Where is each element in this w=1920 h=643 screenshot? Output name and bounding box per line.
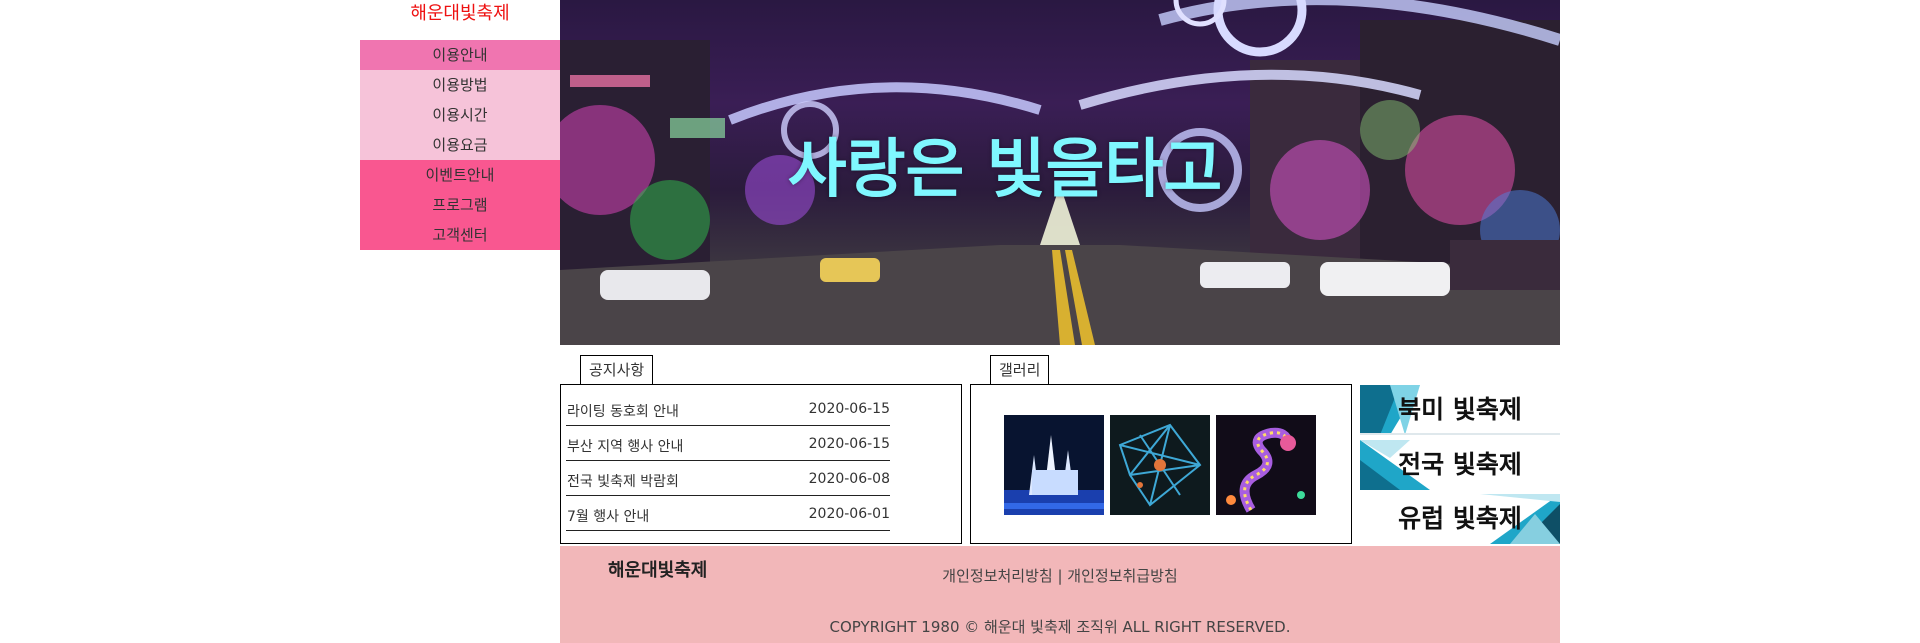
notice-title[interactable]: 부산 지역 행사 안내 — [567, 436, 683, 456]
banner-korea[interactable]: 전국 빛축제 — [1360, 440, 1560, 490]
notice-row[interactable]: 7월 행사 안내 2020-06-01 — [566, 496, 890, 531]
banner-europe[interactable]: 유럽 빛축제 — [1360, 494, 1560, 544]
banner-label: 북미 빛축제 — [1398, 395, 1522, 424]
notice-row[interactable]: 라이팅 동호회 안내 2020-06-15 — [566, 391, 890, 426]
privacy-policy-link[interactable]: 개인정보처리방침 — [942, 567, 1052, 585]
notice-date: 2020-06-08 — [808, 471, 890, 487]
hero-banner: 사랑은 빛을타고 — [560, 0, 1560, 345]
tab-gallery[interactable]: 갤러리 — [990, 355, 1050, 384]
tab-notice[interactable]: 공지사항 — [580, 355, 654, 384]
banner-label: 전국 빛축제 — [1398, 450, 1522, 479]
notice-title[interactable]: 7월 행사 안내 — [567, 506, 649, 526]
footer-links: 개인정보처리방침 | 개인정보취급방침 — [560, 565, 1560, 586]
notice-date: 2020-06-01 — [808, 506, 890, 522]
notice-date: 2020-06-15 — [808, 436, 890, 452]
nav-item-guide[interactable]: 이용안내 — [360, 40, 560, 70]
notice-date: 2020-06-15 — [808, 401, 890, 417]
banner-north-america[interactable]: 북미 빛축제 — [1360, 385, 1560, 435]
nav-item-program[interactable]: 프로그램 — [360, 190, 560, 220]
footer-link-separator: | — [1052, 567, 1068, 585]
side-nav: 이용안내 이용방법 이용시간 이용요금 이벤트안내 프로그램 고객센터 — [360, 40, 560, 250]
site-logo[interactable]: 해운대빛축제 — [360, 0, 560, 40]
notice-row[interactable]: 부산 지역 행사 안내 2020-06-15 — [566, 426, 890, 461]
notice-title[interactable]: 라이팅 동호회 안내 — [567, 401, 679, 421]
gallery-image-castle[interactable] — [1004, 415, 1104, 515]
hero-title: 사랑은 빛을타고 — [787, 133, 1223, 207]
gallery-box — [970, 384, 1352, 544]
gallery-image-light-web[interactable] — [1110, 415, 1210, 515]
site-footer: 해운대빛축제 개인정보처리방침 | 개인정보취급방침 COPYRIGHT 198… — [560, 546, 1560, 643]
nav-item-customer-center[interactable]: 고객센터 — [360, 220, 560, 250]
privacy-handling-link[interactable]: 개인정보취급방침 — [1067, 567, 1177, 585]
gallery-image-dragon[interactable] — [1216, 415, 1316, 515]
notice-board: 라이팅 동호회 안내 2020-06-15 부산 지역 행사 안내 2020-0… — [560, 384, 962, 544]
notice-row[interactable]: 전국 빛축제 박람회 2020-06-08 — [566, 461, 890, 496]
nav-item-fees[interactable]: 이용요금 — [360, 130, 560, 160]
nav-item-hours[interactable]: 이용시간 — [360, 100, 560, 130]
copyright-text: COPYRIGHT 1980 © 해운대 빛축제 조직위 ALL RIGHT R… — [829, 618, 1291, 636]
notice-title[interactable]: 전국 빛축제 박람회 — [567, 471, 679, 491]
banner-label: 유럽 빛축제 — [1398, 504, 1522, 533]
nav-item-events[interactable]: 이벤트안내 — [360, 160, 560, 190]
nav-item-how-to-use[interactable]: 이용방법 — [360, 70, 560, 100]
